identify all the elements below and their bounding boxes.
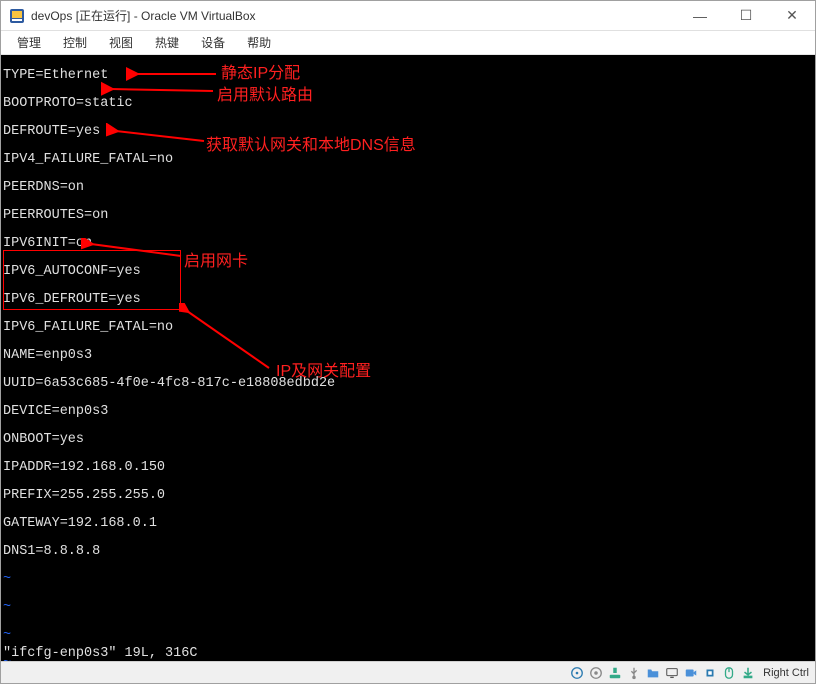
keyboard-icon[interactable] (740, 665, 756, 681)
vim-tilde: ~ (3, 657, 813, 661)
statusbar: Right Ctrl (1, 661, 815, 683)
config-line: DEVICE=enp0s3 (3, 405, 813, 419)
menu-control[interactable]: 控制 (53, 32, 97, 53)
minimize-button[interactable]: — (677, 1, 723, 30)
config-line: BOOTPROTO=static (3, 97, 813, 111)
config-line: IPV6_FAILURE_FATAL=no (3, 321, 813, 335)
config-line: IPV4_FAILURE_FATAL=no (3, 153, 813, 167)
hard-disk-icon[interactable] (569, 665, 585, 681)
titlebar[interactable]: devOps [正在运行] - Oracle VM VirtualBox — ☐… (1, 1, 815, 31)
config-line: ONBOOT=yes (3, 433, 813, 447)
menu-manage[interactable]: 管理 (7, 32, 51, 53)
network-icon[interactable] (607, 665, 623, 681)
close-button[interactable]: ✕ (769, 1, 815, 30)
vim-tilde: ~ (3, 629, 813, 643)
optical-disk-icon[interactable] (588, 665, 604, 681)
recording-icon[interactable] (683, 665, 699, 681)
menu-view[interactable]: 视图 (99, 32, 143, 53)
config-line: NAME=enp0s3 (3, 349, 813, 363)
config-line: IPADDR=192.168.0.150 (3, 461, 813, 475)
app-icon (9, 8, 25, 24)
window-title: devOps [正在运行] - Oracle VM VirtualBox (31, 7, 677, 24)
usb-icon[interactable] (626, 665, 642, 681)
menubar: 管理 控制 视图 热键 设备 帮助 (1, 31, 815, 55)
vm-window: devOps [正在运行] - Oracle VM VirtualBox — ☐… (0, 0, 816, 684)
vim-tilde: ~ (3, 573, 813, 587)
config-line: DNS1=8.8.8.8 (3, 545, 813, 559)
config-line: IPV6INIT=on (3, 237, 813, 251)
config-line: IPV6_AUTOCONF=yes (3, 265, 813, 279)
config-line: PEERDNS=on (3, 181, 813, 195)
cpu-icon[interactable] (702, 665, 718, 681)
config-line: UUID=6a53c685-4f0e-4fc8-817c-e18808edbd2… (3, 377, 813, 391)
config-line: GATEWAY=192.168.0.1 (3, 517, 813, 531)
maximize-button[interactable]: ☐ (723, 1, 769, 30)
shared-folder-icon[interactable] (645, 665, 661, 681)
terminal-content: TYPE=Ethernet BOOTPROTO=static DEFROUTE=… (1, 55, 815, 661)
config-line: PREFIX=255.255.255.0 (3, 489, 813, 503)
mouse-integration-icon[interactable] (721, 665, 737, 681)
config-line: IPV6_DEFROUTE=yes (3, 293, 813, 307)
host-key-indicator[interactable]: Right Ctrl (763, 667, 809, 679)
config-line: PEERROUTES=on (3, 209, 813, 223)
menu-help[interactable]: 帮助 (237, 32, 281, 53)
menu-hotkeys[interactable]: 热键 (145, 32, 189, 53)
display-icon[interactable] (664, 665, 680, 681)
window-controls: — ☐ ✕ (677, 1, 815, 30)
config-line: DEFROUTE=yes (3, 125, 813, 139)
vim-tilde: ~ (3, 601, 813, 615)
terminal-area[interactable]: 静态IP分配 启用默认路由 获取默认网关和本地DNS信息 启用网卡 IP及网关配… (1, 55, 815, 661)
menu-devices[interactable]: 设备 (191, 32, 235, 53)
config-line: TYPE=Ethernet (3, 69, 813, 83)
